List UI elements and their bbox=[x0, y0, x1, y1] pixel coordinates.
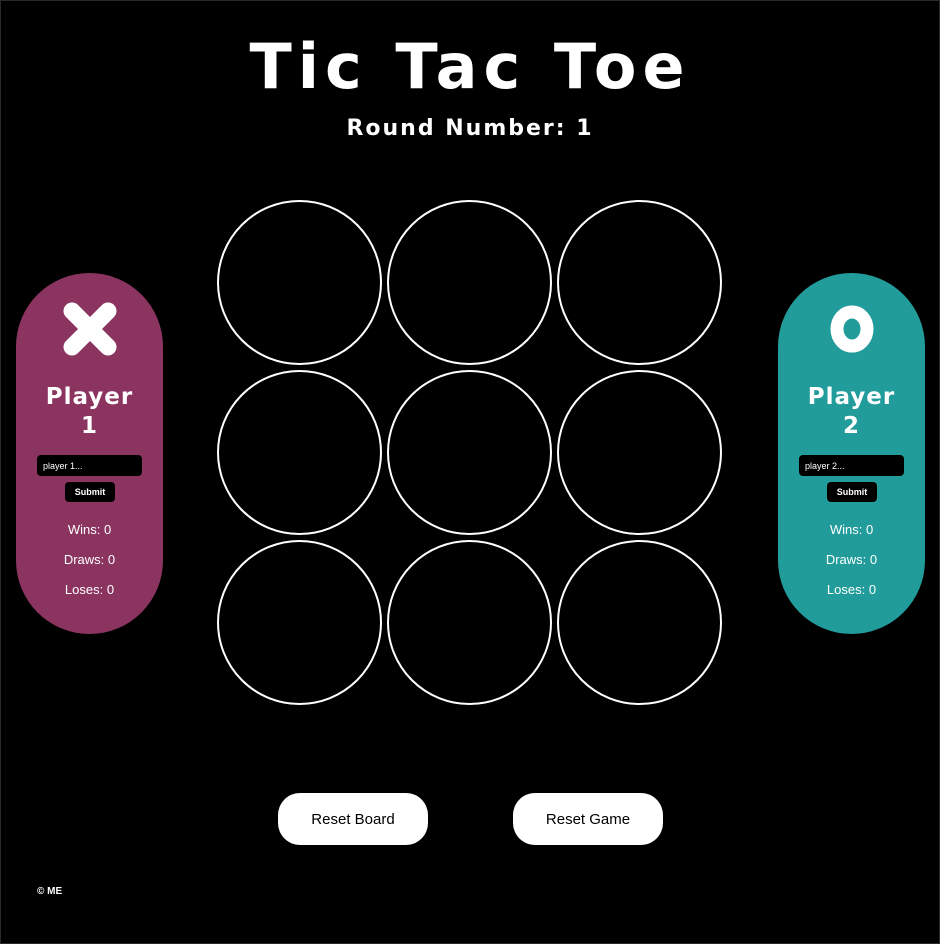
player-2-loses: Loses: 0 bbox=[826, 582, 877, 597]
player-2-draws: Draws: 0 bbox=[825, 552, 878, 567]
reset-game-button[interactable]: Reset Game bbox=[513, 793, 663, 845]
player-2-name: Player 2 bbox=[778, 383, 925, 441]
player-2-wins: Wins: 0 bbox=[829, 522, 874, 537]
player-2-name-line2: 2 bbox=[842, 413, 860, 439]
player-2-submit-button[interactable]: Submit bbox=[827, 482, 877, 502]
round-number: Round Number: 1 bbox=[346, 116, 594, 141]
player-1-loses: Loses: 0 bbox=[64, 582, 115, 597]
player-2-card: Player 2 Submit Wins: 0 Draws: 0 Loses: … bbox=[778, 273, 925, 634]
board-cell-1[interactable] bbox=[217, 200, 382, 365]
player-1-name-line1: Player bbox=[45, 384, 134, 410]
board-cell-3[interactable] bbox=[557, 200, 722, 365]
player-1-name-input[interactable] bbox=[37, 455, 142, 476]
board-cell-6[interactable] bbox=[557, 370, 722, 535]
player-1-name: Player 1 bbox=[16, 383, 163, 441]
board-cell-4[interactable] bbox=[217, 370, 382, 535]
player-2-name-line1: Player bbox=[807, 384, 896, 410]
x-mark-icon bbox=[16, 301, 163, 357]
player-1-card: Player 1 Submit Wins: 0 Draws: 0 Loses: … bbox=[16, 273, 163, 634]
board-cell-8[interactable] bbox=[387, 540, 552, 705]
board-cell-7[interactable] bbox=[217, 540, 382, 705]
player-1-draws: Draws: 0 bbox=[63, 552, 116, 567]
page-title: Tic Tac Toe bbox=[249, 30, 691, 103]
player-1-wins: Wins: 0 bbox=[67, 522, 112, 537]
board-cell-2[interactable] bbox=[387, 200, 552, 365]
board-cell-5[interactable] bbox=[387, 370, 552, 535]
board-cell-9[interactable] bbox=[557, 540, 722, 705]
player-1-name-line2: 1 bbox=[80, 413, 98, 439]
player-2-name-input[interactable] bbox=[799, 455, 904, 476]
player-1-submit-button[interactable]: Submit bbox=[65, 482, 115, 502]
footer-copyright: © ME bbox=[37, 886, 63, 897]
reset-board-button[interactable]: Reset Board bbox=[278, 793, 428, 845]
o-mark-icon bbox=[778, 301, 925, 357]
game-board bbox=[217, 200, 724, 707]
